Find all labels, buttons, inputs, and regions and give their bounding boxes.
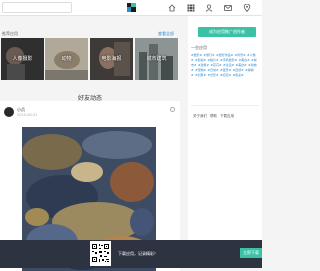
category-row: 人像摄影 动物 电影海报 城市建筑 (0, 38, 180, 80)
category-movie-poster[interactable]: 电影海报 (90, 38, 133, 80)
tag-link[interactable]: #街拍# (195, 58, 206, 62)
tag-link[interactable]: #胶片# (208, 58, 219, 62)
sidebar: 成为应用推广创作者 一些应用 #摄影# #旅行# #摄影作品# #风景# #人像# #街拍… (188, 16, 262, 268)
tag-link[interactable]: #宠物# (195, 68, 206, 72)
category-label: 动物 (61, 56, 72, 62)
tag-link[interactable]: #建筑# (198, 63, 209, 67)
main-content: 推荐应用 查看全部 人像摄影 动物 电影海报 城市建筑 好友动态 小贞 2015… (0, 16, 186, 271)
qr-code-image (92, 244, 109, 262)
user-icon[interactable] (205, 4, 213, 12)
download-text: 下载应用，记录精彩！ (118, 251, 158, 256)
download-banner: 下载应用，记录精彩！ 立即下载 (0, 240, 262, 268)
tag-link[interactable]: #旅行# (204, 53, 215, 57)
tag-link[interactable]: #黑白# (239, 58, 250, 62)
tag-link[interactable]: #摄影作品# (216, 53, 233, 57)
download-button[interactable]: 立即下载 (240, 248, 262, 258)
avatar[interactable] (4, 107, 14, 117)
category-city[interactable]: 城市建筑 (135, 38, 178, 80)
category-label: 电影海报 (101, 56, 122, 62)
tag-link[interactable]: #创意# (195, 73, 206, 77)
tag-link[interactable]: #夜景# (220, 68, 231, 72)
top-bar (0, 0, 262, 16)
category-portrait[interactable]: 人像摄影 (1, 38, 44, 80)
more-options-icon[interactable] (170, 107, 175, 112)
tag-cloud: #摄影# #旅行# #摄影作品# #风景# #人像# #街拍# #胶片# #手机摄影# #黑白#… (191, 53, 259, 78)
grid-icon[interactable] (187, 4, 195, 12)
qr-code (90, 241, 111, 266)
tag-link[interactable]: #手机摄影# (220, 58, 237, 62)
tag-link[interactable]: #花卉# (211, 63, 222, 67)
about-link[interactable]: 关于我们 (193, 114, 207, 118)
category-label: 人像摄影 (12, 56, 33, 62)
tag-link[interactable]: #自然# (233, 68, 244, 72)
category-animal[interactable]: 动物 (45, 38, 88, 80)
category-label: 城市建筑 (146, 56, 167, 62)
post-time: 2015-08-01 (17, 113, 38, 117)
tag-link[interactable]: #纪实# (220, 73, 231, 77)
tag-link[interactable]: #美食# (236, 63, 247, 67)
app-logo[interactable] (127, 3, 136, 12)
location-icon[interactable] (243, 4, 251, 12)
section-title: 推荐应用 (2, 31, 18, 36)
mail-icon[interactable] (224, 4, 232, 12)
tag-link[interactable]: #光影# (208, 73, 219, 77)
search-input[interactable] (2, 2, 72, 13)
see-all-link[interactable]: 查看全部 (158, 31, 174, 37)
become-creator-button[interactable]: 成为应用推广创作者 (198, 27, 256, 37)
tag-link[interactable]: #色彩# (233, 73, 244, 77)
tag-link[interactable]: #风景# (235, 53, 246, 57)
tag-link[interactable]: #摄影# (191, 53, 202, 57)
sidebar-footer-links: 关于我们 帮助 下载应用 (193, 114, 237, 119)
sidebar-heading: 一些应用 (191, 45, 207, 50)
help-link[interactable]: 帮助 (210, 114, 217, 118)
home-icon[interactable] (168, 4, 176, 12)
download-link[interactable]: 下载应用 (220, 114, 234, 118)
tag-link[interactable]: #日常# (208, 68, 219, 72)
sidebar-divider (191, 105, 259, 106)
tag-link[interactable]: #生活# (223, 63, 234, 67)
